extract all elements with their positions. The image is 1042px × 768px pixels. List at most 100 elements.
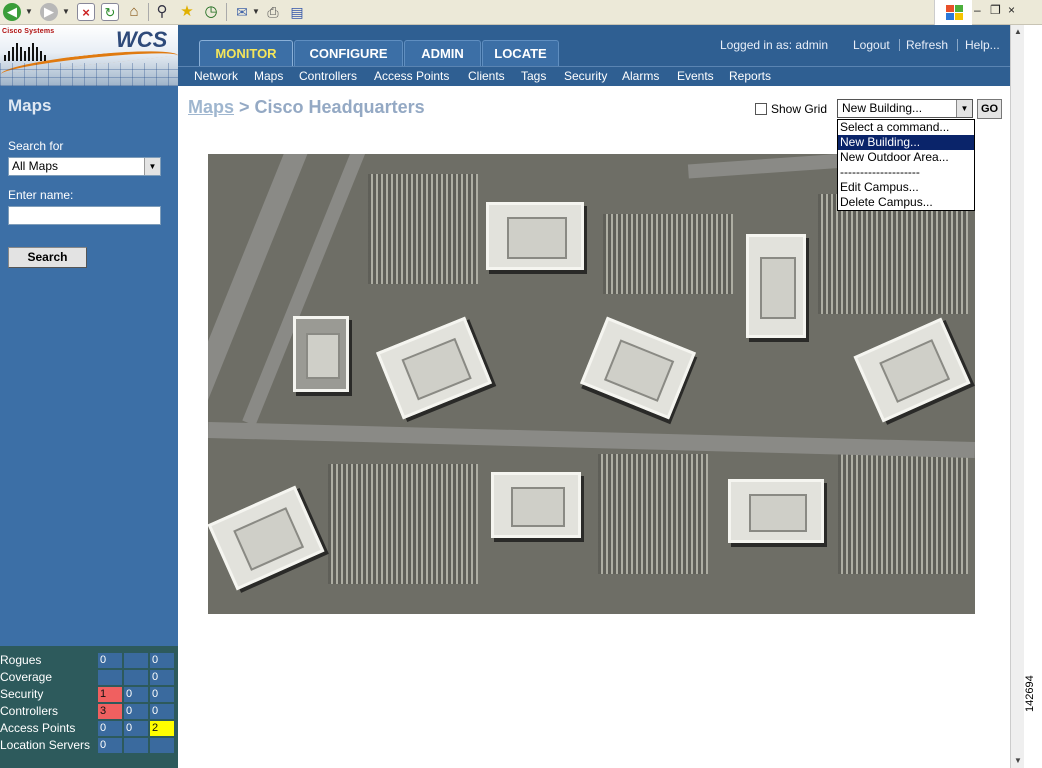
close-icon[interactable]: × (1008, 3, 1015, 17)
history-icon[interactable]: ◷ (202, 3, 220, 21)
chevron-down-icon[interactable]: ▼ (956, 100, 972, 117)
edit-icon[interactable]: ▤ (288, 3, 306, 21)
alarm-critical-count[interactable] (98, 670, 122, 685)
search-for-select[interactable]: All Maps ▼ (8, 157, 161, 176)
refresh-link[interactable]: Refresh (906, 38, 948, 52)
command-option-edit-campus[interactable]: Edit Campus... (838, 180, 974, 195)
search-icon[interactable]: ⚲ (153, 3, 171, 21)
search-button[interactable]: Search (8, 247, 87, 268)
page-scrollbar[interactable]: ▲ ▼ (1010, 25, 1024, 768)
alarm-critical-count[interactable]: 0 (98, 721, 122, 736)
subnav-network[interactable]: Network (194, 69, 238, 83)
alarm-critical-count[interactable]: 0 (98, 738, 122, 753)
alarm-major-count[interactable] (124, 670, 148, 685)
favorites-icon[interactable]: ★ (178, 3, 196, 21)
cisco-logo-text: Cisco Systems (2, 28, 55, 35)
minimize-icon[interactable]: – (974, 3, 981, 17)
refresh-icon[interactable]: ↻ (101, 3, 119, 21)
tab-configure[interactable]: CONFIGURE (294, 40, 403, 66)
logout-link[interactable]: Logout (853, 38, 890, 52)
main-road (208, 421, 975, 459)
building[interactable] (208, 485, 325, 591)
alarm-row-security[interactable]: Security 1 0 0 (0, 686, 178, 703)
browser-toolbar: ◀ ▼ ▶ ▼ × ↻ ⌂ ⚲ ★ ◷ ✉ ▼ ⎙ ▤ – ❐ × (0, 0, 1042, 25)
scroll-up-icon[interactable]: ▲ (1011, 25, 1025, 39)
mail-icon[interactable]: ✉ (233, 3, 251, 21)
alarm-major-count[interactable]: 0 (124, 687, 148, 702)
command-option-select[interactable]: Select a command... (838, 120, 974, 135)
sub-navigation: Network Maps Controllers Access Points C… (178, 66, 1010, 86)
subnav-reports[interactable]: Reports (729, 69, 771, 83)
print-icon[interactable]: ⎙ (264, 3, 282, 21)
building[interactable] (580, 316, 696, 420)
command-option-new-building[interactable]: New Building... (838, 135, 974, 150)
subnav-alarms[interactable]: Alarms (622, 69, 659, 83)
windows-logo-icon (934, 0, 972, 25)
subnav-controllers[interactable]: Controllers (299, 69, 357, 83)
go-button[interactable]: GO (977, 99, 1002, 119)
alarm-critical-count[interactable]: 1 (98, 687, 122, 702)
alarm-major-count[interactable]: 0 (124, 721, 148, 736)
alarm-summary: Rogues 0 0 Coverage 0 Security 1 0 0 Con… (0, 646, 178, 768)
alarm-minor-count[interactable]: 2 (150, 721, 174, 736)
mail-dropdown-icon[interactable]: ▼ (252, 3, 260, 21)
alarm-major-count[interactable]: 0 (124, 704, 148, 719)
alarm-critical-count[interactable]: 3 (98, 704, 122, 719)
alarm-major-count[interactable] (124, 738, 148, 753)
command-option-delete-campus[interactable]: Delete Campus... (838, 195, 974, 210)
restore-icon[interactable]: ❐ (990, 3, 1001, 17)
alarm-minor-count[interactable]: 0 (150, 704, 174, 719)
parking-lot (838, 454, 968, 574)
building[interactable] (728, 479, 824, 543)
chevron-down-icon[interactable]: ▼ (144, 158, 160, 175)
forward-dropdown-icon[interactable]: ▼ (62, 3, 70, 21)
search-for-value: All Maps (12, 159, 59, 173)
subnav-security[interactable]: Security (564, 69, 607, 83)
alarm-critical-count[interactable]: 0 (98, 653, 122, 668)
command-select[interactable]: New Building... ▼ (837, 99, 973, 118)
alarm-row-access-points[interactable]: Access Points 0 0 2 (0, 720, 178, 737)
parking-lot (328, 464, 478, 584)
campus-map-image[interactable] (208, 154, 975, 614)
alarm-minor-count[interactable]: 0 (150, 653, 174, 668)
help-link[interactable]: Help... (965, 38, 1000, 52)
subnav-access-points[interactable]: Access Points (374, 69, 449, 83)
alarm-row-rogues[interactable]: Rogues 0 0 (0, 652, 178, 669)
building[interactable] (376, 316, 492, 420)
subnav-events[interactable]: Events (677, 69, 714, 83)
back-dropdown-icon[interactable]: ▼ (25, 3, 33, 21)
subnav-maps[interactable]: Maps (254, 69, 283, 83)
show-grid-checkbox[interactable] (755, 103, 767, 115)
building[interactable] (486, 202, 584, 270)
building[interactable] (491, 472, 581, 538)
scroll-down-icon[interactable]: ▼ (1011, 754, 1025, 768)
subnav-clients[interactable]: Clients (468, 69, 505, 83)
command-option-new-outdoor-area[interactable]: New Outdoor Area... (838, 150, 974, 165)
building[interactable] (293, 316, 349, 392)
enter-name-input[interactable] (8, 206, 161, 225)
tab-locate[interactable]: LOCATE (482, 40, 559, 66)
home-icon[interactable]: ⌂ (125, 3, 143, 21)
parking-lot (368, 174, 478, 284)
alarm-major-count[interactable] (124, 653, 148, 668)
breadcrumb-maps-link[interactable]: Maps (188, 97, 234, 117)
toolbar-divider (148, 3, 149, 21)
alarm-row-coverage[interactable]: Coverage 0 (0, 669, 178, 686)
sidebar-title: Maps (8, 96, 52, 115)
tab-admin[interactable]: ADMIN (404, 40, 481, 66)
building[interactable] (746, 234, 806, 338)
tab-monitor[interactable]: MONITOR (199, 40, 293, 66)
back-icon[interactable]: ◀ (3, 3, 21, 21)
subnav-tags[interactable]: Tags (521, 69, 546, 83)
alarm-minor-count[interactable]: 0 (150, 687, 174, 702)
parking-lot (818, 194, 968, 314)
alarm-name: Rogues (0, 653, 42, 667)
alarm-minor-count[interactable] (150, 738, 174, 753)
alarm-row-controllers[interactable]: Controllers 3 0 0 (0, 703, 178, 720)
stop-icon[interactable]: × (77, 3, 95, 21)
alarm-row-location-servers[interactable]: Location Servers 0 (0, 737, 178, 754)
header-divider (899, 39, 900, 51)
building[interactable] (853, 317, 971, 423)
alarm-minor-count[interactable]: 0 (150, 670, 174, 685)
forward-icon[interactable]: ▶ (40, 3, 58, 21)
